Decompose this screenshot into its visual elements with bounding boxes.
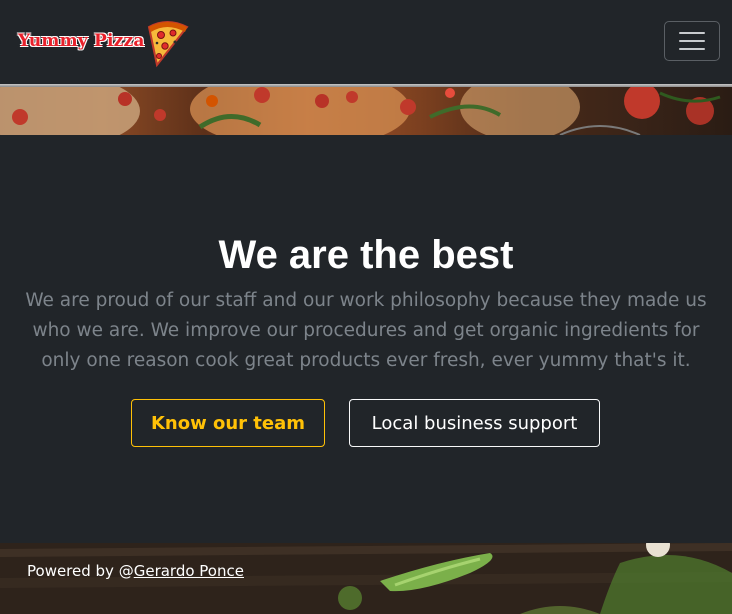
hero-title: We are the best	[218, 233, 514, 277]
know-our-team-button[interactable]: Know our team	[131, 399, 325, 447]
hero-section: We are the best We are proud of our staf…	[0, 135, 732, 543]
hamburger-menu-icon	[679, 32, 705, 34]
navbar-toggler-button[interactable]	[664, 21, 720, 61]
navbar: Yummy Pizza	[0, 0, 732, 84]
brand-link[interactable]: Yummy Pizza	[18, 13, 193, 69]
author-link[interactable]: Gerardo Ponce	[134, 562, 244, 580]
hero-lead: We are proud of our staff and our work p…	[25, 290, 707, 371]
footer: Powered by @Gerardo Ponce	[0, 543, 732, 614]
brand-name: Yummy Pizza	[18, 31, 145, 51]
footer-prefix: Powered by @	[27, 562, 134, 580]
pizza-slice-icon	[147, 21, 189, 68]
footer-credit: Powered by @Gerardo Ponce	[27, 562, 244, 580]
pizza-header-image	[0, 87, 732, 135]
local-business-support-button[interactable]: Local business support	[349, 399, 600, 447]
